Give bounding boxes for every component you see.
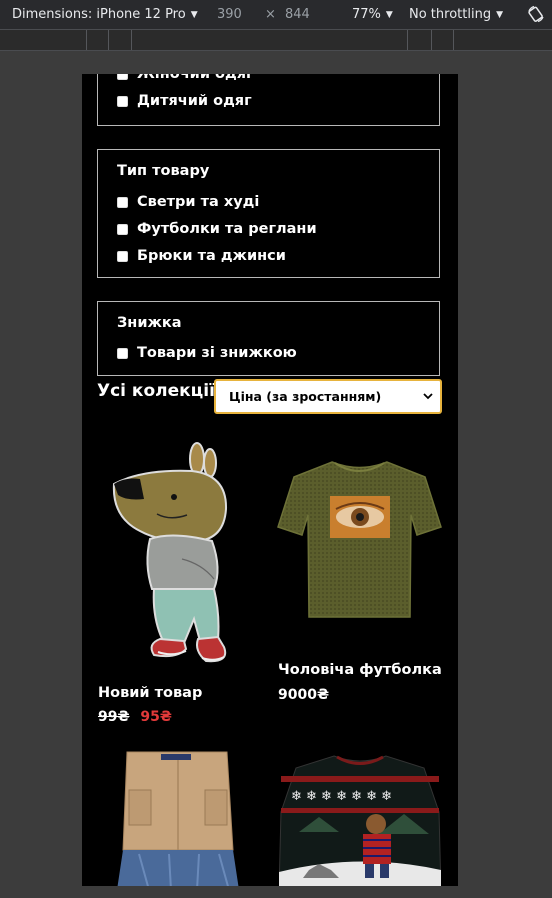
ruler-tick [131, 30, 132, 50]
option-label: Светри та худі [137, 194, 260, 210]
sort-select[interactable]: Ціна (за зростанням) [214, 379, 442, 414]
product-image-pants[interactable] [109, 750, 247, 886]
product-image-tshirt[interactable] [277, 459, 442, 621]
filter-title: Тип товару [117, 163, 210, 179]
option-label: Футболки та реглани [137, 221, 317, 237]
ruler-tick [407, 30, 408, 50]
old-price: 99₴ [98, 709, 130, 725]
product-price: 9000₴ [278, 687, 329, 703]
ruler-tick [108, 30, 109, 50]
throttling-label: No throttling [409, 7, 492, 22]
checkbox[interactable] [117, 95, 128, 107]
height-input[interactable]: 844 [285, 7, 310, 22]
chevron-down-icon [423, 393, 433, 400]
product-name[interactable]: Новий товар [98, 685, 202, 701]
option-label: Жіночий одяг [137, 74, 254, 82]
filter-option-tshirts[interactable]: Футболки та реглани [117, 221, 317, 237]
filter-option-women[interactable]: Жіночий одяг [117, 74, 254, 82]
filter-product-type: Тип товару Светри та худі Футболки та ре… [97, 149, 440, 278]
option-label: Брюки та джинси [137, 248, 286, 264]
checkbox[interactable] [117, 223, 128, 235]
device-label: Dimensions: iPhone 12 Pro [12, 7, 186, 22]
svg-text:❄ ❄ ❄ ❄ ❄ ❄ ❄: ❄ ❄ ❄ ❄ ❄ ❄ ❄ [291, 789, 392, 804]
ruler-tick [453, 30, 454, 50]
times-symbol: × [265, 7, 276, 22]
ruler-tick [431, 30, 432, 50]
checkbox[interactable] [117, 74, 128, 80]
option-label: Товари зі знижкою [137, 345, 297, 361]
filter-option-sweaters[interactable]: Светри та худі [117, 194, 259, 210]
throttling-selector[interactable]: No throttling ▼ [409, 7, 503, 22]
filter-category: Жіночий одяг Дитячий одяг [97, 74, 440, 126]
checkbox[interactable] [117, 347, 128, 359]
caret-down-icon: ▼ [190, 10, 198, 20]
caret-down-icon: ▼ [385, 10, 393, 20]
sale-price: 95₴ [140, 709, 172, 725]
product-name[interactable]: Чоловіча футболка [278, 662, 442, 678]
checkbox[interactable] [117, 196, 128, 208]
filter-title: Знижка [117, 315, 182, 331]
media-query-ruler [0, 30, 552, 51]
filter-discount: Знижка Товари зі знижкою [97, 301, 440, 376]
rotate-icon[interactable] [527, 5, 545, 23]
caret-down-icon: ▼ [496, 10, 503, 20]
device-selector[interactable]: Dimensions: iPhone 12 Pro ▼ [12, 7, 198, 22]
filter-option-kids[interactable]: Дитячий одяг [117, 93, 252, 109]
zoom-selector[interactable]: 77% ▼ [352, 7, 393, 22]
sort-selected-value: Ціна (за зростанням) [229, 389, 382, 404]
devtools-toolbar: Dimensions: iPhone 12 Pro ▼ 390 × 844 77%… [0, 0, 552, 30]
product-image-sweater[interactable]: ❄ ❄ ❄ ❄ ❄ ❄ ❄ [279, 752, 441, 886]
filter-option-discounted[interactable]: Товари зі знижкою [117, 345, 297, 361]
ruler-tick [86, 30, 87, 50]
checkbox[interactable] [117, 250, 128, 262]
collection-title: Усі колекції [97, 381, 215, 401]
zoom-label: 77% [352, 7, 381, 22]
width-input[interactable]: 390 [217, 7, 242, 22]
product-image-capybara[interactable] [102, 439, 237, 669]
option-label: Дитячий одяг [137, 93, 252, 109]
product-price: 99₴ 95₴ [98, 709, 172, 725]
device-viewport: Жіночий одяг Дитячий одяг Тип товару Све… [82, 74, 458, 886]
filter-option-pants[interactable]: Брюки та джинси [117, 248, 286, 264]
